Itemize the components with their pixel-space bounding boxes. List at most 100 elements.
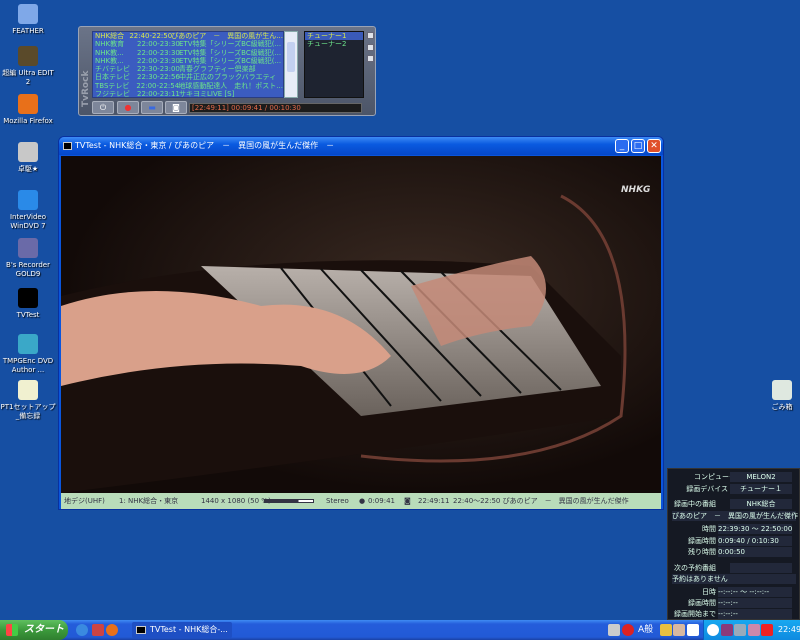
quicklaunch-app-icon[interactable] — [92, 624, 104, 636]
record-button[interactable]: ● — [117, 101, 139, 114]
shortcut-icon — [18, 46, 38, 66]
ime-indicator[interactable]: A般 — [638, 620, 653, 640]
taskbar-button-tvtest[interactable]: TVTest - NHK総合-... — [132, 622, 232, 638]
tray-app-icon[interactable] — [748, 624, 760, 636]
desktop-icon-label: TMPGEnc DVD Author ... — [2, 357, 54, 374]
program-cell: ETV特集「シリーズBC級戦犯(... — [179, 56, 282, 65]
status-clock[interactable]: 22:49:11 — [418, 493, 449, 509]
status-channel[interactable]: 1: NHK総合・東京 — [119, 493, 178, 509]
desktop-icon[interactable]: Mozilla Firefox — [0, 94, 56, 126]
desktop-icon-label: 卓駆★ — [17, 165, 39, 173]
desktop-icon[interactable]: InterVideo WinDVD 7 — [0, 190, 56, 231]
label: 録画時間 — [688, 537, 716, 545]
program-row[interactable]: NHK教... 22:00-23:30 ETV特集「シリーズBC級戦犯(... — [93, 49, 283, 57]
desktop-icon-label: InterVideo WinDVD 7 — [9, 213, 47, 230]
program-row[interactable]: 日本テレビ 22:30-22:56 中井正広のブラックバラエティ — [93, 73, 283, 81]
taskbar: スタート TVTest - NHK総合-... A般 22:49 — [0, 620, 800, 640]
shortcut-icon — [18, 4, 38, 24]
start-button[interactable]: スタート — [0, 620, 68, 640]
tv-icon: ▬ — [148, 103, 156, 112]
ime-tool-icon[interactable] — [673, 624, 685, 636]
window-title: TVTest - NHK総合・東京 / ぴあのピア － 異国の風が生んだ傑作 － — [75, 141, 335, 150]
shortcut-icon — [18, 190, 38, 210]
program-list[interactable]: NHK総合 22:40-22:50 ぴあのピア － 異国の風が生ん... NHK教育 2… — [92, 31, 284, 98]
shortcut-icon — [18, 380, 38, 400]
tray-app-icon[interactable] — [761, 624, 773, 636]
tvtest-window: TVTest - NHK総合・東京 / ぴあのピア － 異国の風が生んだ傑作 －… — [58, 136, 664, 510]
program-cell: 22:00-23:30 — [137, 56, 180, 65]
next-rec: --:--:-- — [718, 598, 792, 608]
program-row[interactable]: NHK教... 22:00-23:30 ETV特集「シリーズBC級戦犯(... — [93, 57, 283, 65]
program-cell: フジテレビ — [95, 90, 130, 98]
desktop-icon-label: Mozilla Firefox — [3, 117, 53, 125]
program-cell: 22:00-23:11 — [137, 90, 180, 98]
program-cell: ETV特集「シリーズBC級戦犯(... — [179, 40, 282, 49]
tray-app-icon[interactable] — [608, 624, 620, 636]
program-row[interactable]: TBSテレビ 22:00-22:54 地球感動配達人 走れ！ポスト... — [93, 82, 283, 90]
minimize-button[interactable]: _ — [615, 139, 629, 153]
shortcut-icon — [18, 94, 38, 114]
volume-bar[interactable] — [264, 499, 314, 503]
power-button[interactable]: ⏻ — [92, 101, 114, 114]
program-cell: 22:40-22:50 — [129, 32, 173, 40]
shortcut-icon — [18, 238, 38, 258]
tvrock-logo: TvRock — [81, 70, 91, 107]
tv-button[interactable]: ▬ — [141, 101, 163, 114]
shortcut-icon — [18, 288, 38, 308]
tuner-item[interactable]: チューナー2 — [305, 40, 363, 48]
tray-app-icon[interactable] — [721, 624, 733, 636]
ie-icon[interactable] — [76, 624, 88, 636]
program-row[interactable]: フジテレビ 22:00-23:11 サキヨミLIVE [S] — [93, 90, 283, 98]
tray-app-icon[interactable] — [622, 624, 634, 636]
label: コンピュータ — [694, 473, 736, 481]
program-cell: NHK教育 — [95, 40, 125, 49]
status-rec-time[interactable]: 0:09:41 — [368, 493, 395, 509]
status-video-size[interactable]: 1440 x 1080 (50 %) — [201, 493, 271, 509]
show-hidden-icons-button[interactable] — [707, 624, 719, 636]
recording-info-panel: コンピュータ MELON2 録画デバイス チューナー１ 録画中の番組 NHK総合… — [667, 468, 800, 620]
program-list-scrollbar[interactable] — [284, 31, 298, 98]
shortcut-icon — [18, 334, 38, 354]
program-row[interactable]: NHK教育 22:00-23:30 ETV特集「シリーズBC級戦犯(... — [93, 40, 283, 48]
close-button[interactable]: ✕ — [647, 139, 661, 153]
current-title: ぴあのピア － 異国の風が生んだ傑作 — [672, 511, 798, 521]
title-bar[interactable]: TVTest - NHK総合・東京 / ぴあのピア － 異国の風が生んだ傑作 －… — [59, 137, 663, 155]
power-icon: ⏻ — [99, 103, 107, 112]
desktop-icon[interactable]: FEATHER — [0, 4, 56, 36]
widget-option-button[interactable] — [367, 55, 374, 62]
current-channel: NHK総合 — [730, 499, 792, 509]
recycle-bin-icon — [772, 380, 792, 400]
tray-app-icon[interactable] — [734, 624, 746, 636]
program-cell: NHK教... — [95, 56, 124, 65]
status-network[interactable]: 地デジ(UHF) — [64, 493, 105, 509]
record-time: [22:49:11] 00:09:41 / 00:10:30 — [189, 103, 362, 113]
desktop-icon[interactable]: B's Recorder GOLD9 — [0, 238, 56, 279]
maximize-button[interactable]: □ — [631, 139, 645, 153]
ime-tool-icon[interactable] — [660, 624, 672, 636]
capture-button[interactable]: ◙ — [165, 101, 187, 114]
desktop-icon[interactable]: TMPGEnc DVD Author ... — [0, 334, 56, 375]
firefox-icon[interactable] — [106, 624, 118, 636]
desktop-icon[interactable]: 卓駆★ — [0, 142, 56, 174]
desktop-icon[interactable]: 超編 Ultra EDIT 2 — [0, 46, 56, 87]
widget-menu-button[interactable] — [367, 32, 374, 39]
tuner-list[interactable]: チューナー1 チューナー2 — [304, 31, 364, 98]
program-cell: NHK教... — [95, 48, 124, 57]
desktop-icon[interactable]: PT1セットアップ_備忘録 — [0, 380, 56, 421]
clock[interactable]: 22:49 — [778, 620, 800, 640]
widget-option-button[interactable] — [367, 44, 374, 51]
video-display[interactable]: NHKG — [61, 156, 661, 493]
desktop-icon-label: FEATHER — [12, 27, 44, 35]
status-audio[interactable]: Stereo — [326, 493, 349, 509]
desktop-icon[interactable]: TVTest — [0, 288, 56, 320]
shortcut-icon — [18, 142, 38, 162]
program-cell: 中井正広のブラックバラエティ — [179, 73, 277, 82]
time-value: 22:39:30 ～ 22:50:00 — [718, 524, 793, 534]
recycle-bin[interactable]: ごみ箱 — [754, 380, 800, 412]
tuner-item[interactable]: チューナー1 — [305, 32, 363, 40]
label: 次の予約番組 — [674, 564, 716, 572]
camera-icon: ◙ — [172, 103, 180, 112]
status-program[interactable]: 22:40～22:50 ぴあのピア － 異国の風が生んだ傑作 — [453, 493, 629, 509]
device-value: チューナー１ — [730, 484, 792, 494]
help-icon[interactable] — [687, 624, 699, 636]
